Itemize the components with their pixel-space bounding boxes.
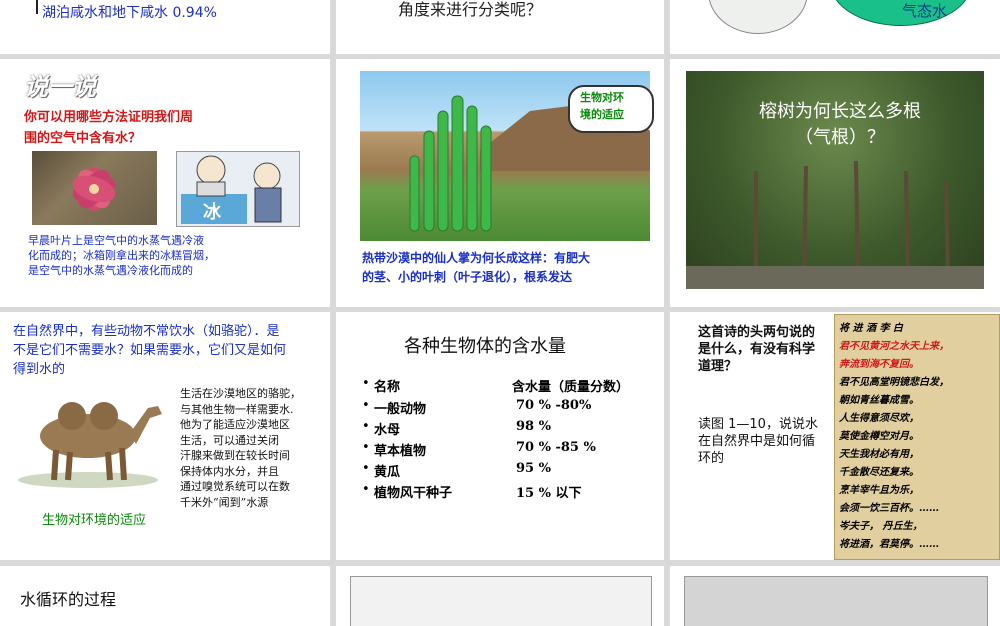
row-value: 15 % 以下 — [516, 486, 582, 501]
image-frame — [684, 576, 988, 626]
poem-line: 天生我材必有用， — [839, 449, 919, 460]
poem-line: 将进酒，君莫停。…… — [839, 539, 939, 550]
classification-text: 角度来进行分类呢？ — [398, 0, 543, 19]
cactus-caption: 热带沙漠中的仙人掌为何长成这样：有肥大 的茎、小的叶刺（叶子退化），根系发达 — [362, 251, 591, 284]
flower-icon — [72, 167, 116, 211]
ice-cartoon: 冰 — [176, 151, 300, 227]
circle-graphic-right — [830, 0, 972, 26]
image-frame — [350, 576, 652, 626]
bullet: • — [362, 398, 370, 413]
row-name: 草本植物 — [374, 444, 427, 459]
slide-water-distribution[interactable]: 湖泊咸水和地下咸水 0.94% — [0, 0, 330, 54]
air-moisture-answer: 早晨叶片上是空气中的水蒸气遇冷液 化而成的；冰箱刚拿出来的冰糕冒烟， 是空气中的… — [28, 234, 215, 277]
saltwater-text: 湖泊咸水和地下咸水 0.94% — [42, 5, 217, 21]
slide-air-moisture[interactable]: 说一说 你可以用哪些方法证明我们周 围的空气中含有水？ 冰 早晨叶片上是空气中的… — [0, 59, 330, 307]
air-moisture-question: 你可以用哪些方法证明我们周 围的空气中含有水？ — [24, 110, 194, 146]
row-name: 一般动物 — [374, 402, 427, 417]
poem-line: 将 进 酒 李 白 — [839, 323, 903, 334]
bullet: • — [362, 461, 370, 476]
ice-label: 冰 — [203, 202, 221, 223]
camel-question: 在自然界中，有些动物不常饮水（如骆驼）．是 不是它们不需要水？如果需要水，它们又… — [13, 324, 287, 377]
adaptation-bubble-text: 生物对环 境的适应 — [580, 91, 624, 121]
row-name: 水母 — [374, 423, 401, 438]
poem-line: 莫使金樽空对月。 — [839, 431, 919, 442]
table-header-name: 名称 — [374, 380, 401, 395]
poem-line: 朝如青丝暮成雪。 — [839, 395, 919, 406]
slide-poem[interactable]: 这首诗的头两句说的 是什么，有没有科学 道理？ 读图 1—10，说说水 在自然界… — [670, 312, 1000, 560]
slide-corner-mark — [36, 0, 38, 14]
slide-banyan[interactable]: 榕树为何长这么多根 （气根）？ — [670, 59, 1000, 307]
camel-icon — [18, 402, 162, 488]
slide-water-states[interactable]: 气态水 — [670, 0, 1000, 54]
poem-line: 人生得意须尽欢， — [839, 413, 919, 424]
water-content-title: 各种生物体的含水量 — [404, 336, 566, 357]
slide-water-content[interactable]: 各种生物体的含水量 • 名称 含水量（质量分数） • 一般动物 70 % -80… — [336, 312, 664, 560]
poem-line: 烹羊宰牛且为乐， — [839, 485, 919, 496]
poem-line: 千金散尽还复来。 — [839, 467, 919, 478]
water-cycle-title: 水循环的过程 — [20, 590, 117, 609]
row-value: 98 % — [516, 419, 551, 434]
slide-camel[interactable]: 在自然界中，有些动物不常饮水（如骆驼）．是 不是它们不需要水？如果需要水，它们又… — [0, 312, 330, 560]
people-cartoon-icon — [181, 155, 282, 224]
speak-badge: 说一说 — [24, 73, 96, 101]
row-name: 植物风干种子 — [374, 486, 453, 501]
camel-explanation: 生活在沙漠地区的骆驼， 与其他生物一样需要水. 他为了能适应沙漠地区 生活，可以… — [180, 387, 301, 509]
slide-water-cycle[interactable]: 水循环的过程 — [0, 566, 330, 626]
bullet: • — [362, 482, 370, 497]
gas-water-label: 气态水 — [902, 2, 948, 20]
flower-photo — [32, 151, 157, 225]
slide-classification[interactable]: 角度来进行分类呢？ — [336, 0, 664, 54]
circle-graphic-left — [708, 0, 808, 34]
row-name: 黄瓜 — [374, 465, 401, 480]
camel-photo — [8, 388, 173, 488]
bullet: • — [362, 419, 370, 434]
poem-scroll: 将 进 酒 李 白 君不见黄河之水天上来， 奔流到海不复回。 君不见高堂明镜悲白… — [834, 314, 1000, 560]
row-value: 70 % -85 % — [516, 440, 596, 455]
table-header-value: 含水量（质量分数） — [512, 380, 630, 395]
poem-line: 君不见高堂明镜悲白发， — [839, 377, 949, 388]
slide-blank-right[interactable] — [670, 566, 1000, 626]
poem-line: 会须一饮三百杯。…… — [839, 503, 939, 514]
row-value: 70 % -80% — [516, 398, 592, 413]
row-value: 95 % — [516, 461, 551, 476]
water-cycle-prompt: 读图 1—10，说说水 在自然界中是如何循 环的 — [698, 417, 818, 466]
slide-blank-middle[interactable] — [336, 566, 664, 626]
poem-line: 君不见黄河之水天上来， — [839, 341, 949, 352]
poem-line: 奔流到海不复回。 — [839, 359, 919, 370]
bullet: • — [362, 376, 370, 391]
poem-question: 这首诗的头两句说的 是什么，有没有科学 道理？ — [698, 325, 816, 374]
bullet: • — [362, 440, 370, 455]
poem-line: 岑夫子， 丹丘生， — [839, 521, 923, 532]
camel-footer: 生物对环境的适应 — [42, 513, 147, 528]
slide-cactus[interactable]: 生物对环 境的适应 热带沙漠中的仙人掌为何长成这样：有肥大 的茎、小的叶刺（叶子… — [336, 59, 664, 307]
banyan-question: 榕树为何长这么多根 （气根）？ — [759, 101, 921, 148]
